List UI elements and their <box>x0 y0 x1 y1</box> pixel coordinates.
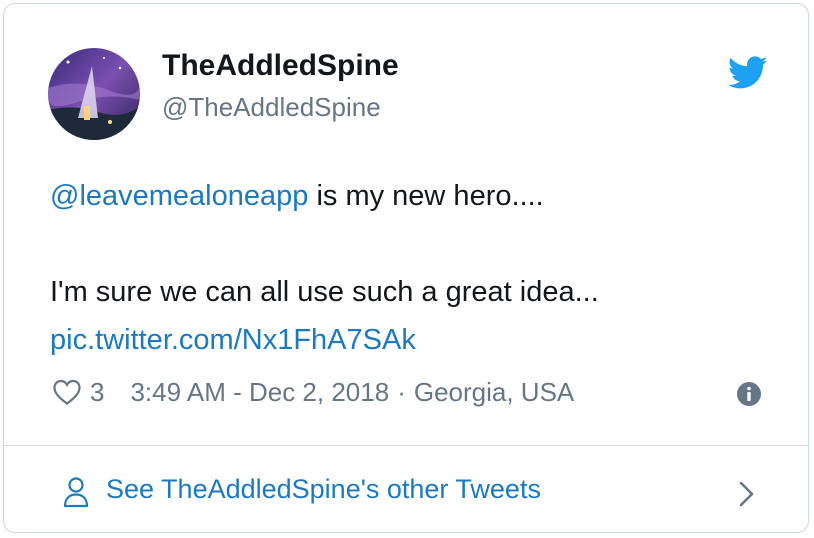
twitter-bird-icon[interactable] <box>728 56 768 90</box>
author-handle[interactable]: @TheAddledSpine <box>162 92 381 123</box>
tweet-timestamp[interactable]: 3:49 AM - Dec 2, 2018 <box>130 377 389 408</box>
other-tweets-label[interactable]: See TheAddledSpine's other Tweets <box>106 474 541 505</box>
author-name[interactable]: TheAddledSpine <box>162 49 399 83</box>
info-icon[interactable] <box>736 381 762 407</box>
tweet-card: TheAddledSpine @TheAddledSpine @leavemea… <box>3 3 809 533</box>
tweet-meta: 3 3:49 AM - Dec 2, 2018 · Georgia, USA <box>52 372 574 412</box>
like-count[interactable]: 3 <box>90 377 104 408</box>
person-icon <box>63 477 89 508</box>
meta-separator: · <box>397 376 406 407</box>
mention-link[interactable]: @leavemealoneapp <box>50 180 308 212</box>
tweet-line-2: I'm sure we can all use such a great ide… <box>50 276 599 308</box>
chevron-right-icon[interactable] <box>738 480 756 508</box>
media-link[interactable]: pic.twitter.com/Nx1FhA7SAk <box>50 316 770 364</box>
tweet-line-1-text: is my new hero.... <box>308 180 544 212</box>
author-avatar[interactable] <box>48 48 140 140</box>
tweet-line-1: @leavemealoneapp is my new hero.... <box>50 172 770 220</box>
avatar-image <box>48 48 140 140</box>
tweet-text: @leavemealoneapp is my new hero.... I'm … <box>50 172 770 364</box>
other-tweets-link[interactable]: See TheAddledSpine's other Tweets <box>4 446 808 532</box>
tweet-location[interactable]: Georgia, USA <box>414 377 574 408</box>
heart-icon[interactable] <box>52 378 82 406</box>
